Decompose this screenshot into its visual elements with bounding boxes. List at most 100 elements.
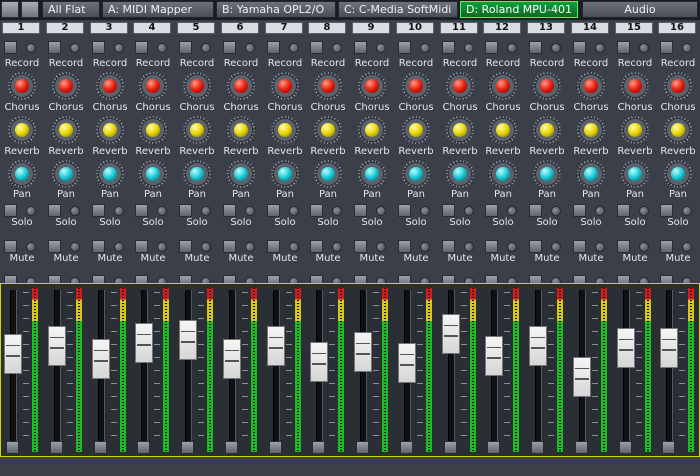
chorus-knob[interactable] bbox=[533, 72, 561, 100]
channel-bottom-button[interactable] bbox=[269, 441, 282, 454]
pan-knob[interactable] bbox=[52, 160, 80, 188]
mute-button[interactable] bbox=[617, 240, 630, 253]
reverb-knob[interactable] bbox=[227, 116, 255, 144]
reverb-knob[interactable] bbox=[358, 116, 386, 144]
channel-bottom-button[interactable] bbox=[356, 441, 369, 454]
pan-knob[interactable] bbox=[96, 160, 124, 188]
volume-fader-cap[interactable] bbox=[4, 334, 22, 374]
channel-select-button[interactable] bbox=[442, 41, 455, 54]
channel-select-button[interactable] bbox=[223, 41, 236, 54]
channel-bottom-button[interactable] bbox=[181, 441, 194, 454]
mute-button[interactable] bbox=[573, 240, 586, 253]
solo-button[interactable] bbox=[573, 204, 586, 217]
chorus-knob[interactable] bbox=[577, 72, 605, 100]
volume-fader-cap[interactable] bbox=[485, 336, 503, 376]
reverb-knob[interactable] bbox=[402, 116, 430, 144]
all-flat-button[interactable]: All Flat bbox=[42, 1, 100, 18]
volume-fader-cap[interactable] bbox=[92, 339, 110, 379]
pan-knob[interactable] bbox=[139, 160, 167, 188]
reverb-knob[interactable] bbox=[489, 116, 517, 144]
chorus-knob[interactable] bbox=[183, 72, 211, 100]
volume-fader-cap[interactable] bbox=[223, 339, 241, 379]
channel-bottom-button[interactable] bbox=[619, 441, 632, 454]
solo-button[interactable] bbox=[660, 204, 673, 217]
volume-fader-cap[interactable] bbox=[135, 323, 153, 363]
channel-select-button[interactable] bbox=[354, 41, 367, 54]
fader-track[interactable] bbox=[623, 290, 630, 450]
channel-select-button[interactable] bbox=[660, 41, 673, 54]
pan-knob[interactable] bbox=[183, 160, 211, 188]
solo-button[interactable] bbox=[48, 204, 61, 217]
solo-button[interactable] bbox=[267, 204, 280, 217]
pan-knob[interactable] bbox=[664, 160, 692, 188]
channel-bottom-button[interactable] bbox=[444, 441, 457, 454]
mute-button[interactable] bbox=[660, 240, 673, 253]
channel-bottom-button[interactable] bbox=[312, 441, 325, 454]
solo-button[interactable] bbox=[398, 204, 411, 217]
chorus-knob[interactable] bbox=[8, 72, 36, 100]
channel-select-button[interactable] bbox=[92, 41, 105, 54]
chorus-knob[interactable] bbox=[402, 72, 430, 100]
fader-track[interactable] bbox=[185, 290, 192, 450]
pan-knob[interactable] bbox=[8, 160, 36, 188]
chorus-knob[interactable] bbox=[139, 72, 167, 100]
pan-knob[interactable] bbox=[489, 160, 517, 188]
solo-button[interactable] bbox=[354, 204, 367, 217]
pan-knob[interactable] bbox=[271, 160, 299, 188]
solo-button[interactable] bbox=[442, 204, 455, 217]
chorus-knob[interactable] bbox=[227, 72, 255, 100]
chorus-knob[interactable] bbox=[446, 72, 474, 100]
volume-fader-cap[interactable] bbox=[310, 342, 328, 382]
pan-knob[interactable] bbox=[314, 160, 342, 188]
chorus-knob[interactable] bbox=[96, 72, 124, 100]
fader-track[interactable] bbox=[54, 290, 61, 450]
pan-knob[interactable] bbox=[577, 160, 605, 188]
fader-track[interactable] bbox=[666, 290, 673, 450]
pan-knob[interactable] bbox=[358, 160, 386, 188]
solo-button[interactable] bbox=[617, 204, 630, 217]
mute-button[interactable] bbox=[529, 240, 542, 253]
settings-icon[interactable] bbox=[1, 1, 19, 18]
mute-button[interactable] bbox=[267, 240, 280, 253]
chorus-knob[interactable] bbox=[271, 72, 299, 100]
mute-button[interactable] bbox=[310, 240, 323, 253]
pan-knob[interactable] bbox=[533, 160, 561, 188]
pan-knob[interactable] bbox=[621, 160, 649, 188]
reverb-knob[interactable] bbox=[183, 116, 211, 144]
reverb-knob[interactable] bbox=[52, 116, 80, 144]
volume-fader-cap[interactable] bbox=[617, 328, 635, 368]
channel-bottom-button[interactable] bbox=[575, 441, 588, 454]
pan-knob[interactable] bbox=[446, 160, 474, 188]
solo-button[interactable] bbox=[485, 204, 498, 217]
solo-button[interactable] bbox=[4, 204, 17, 217]
pan-knob[interactable] bbox=[227, 160, 255, 188]
channel-bottom-button[interactable] bbox=[137, 441, 150, 454]
channel-bottom-button[interactable] bbox=[6, 441, 19, 454]
arrows-icon[interactable] bbox=[21, 1, 39, 18]
reverb-knob[interactable] bbox=[664, 116, 692, 144]
reverb-knob[interactable] bbox=[139, 116, 167, 144]
mute-button[interactable] bbox=[223, 240, 236, 253]
channel-select-button[interactable] bbox=[4, 41, 17, 54]
chorus-knob[interactable] bbox=[489, 72, 517, 100]
mute-button[interactable] bbox=[179, 240, 192, 253]
channel-select-button[interactable] bbox=[179, 41, 192, 54]
channel-select-button[interactable] bbox=[529, 41, 542, 54]
channel-bottom-button[interactable] bbox=[531, 441, 544, 454]
volume-fader-cap[interactable] bbox=[529, 326, 547, 366]
chorus-knob[interactable] bbox=[52, 72, 80, 100]
roland-mpu401-button[interactable]: D: Roland MPU-401 bbox=[460, 1, 578, 18]
pan-knob[interactable] bbox=[402, 160, 430, 188]
volume-fader-cap[interactable] bbox=[398, 343, 416, 383]
fader-track[interactable] bbox=[535, 290, 542, 450]
channel-bottom-button[interactable] bbox=[662, 441, 675, 454]
chorus-knob[interactable] bbox=[358, 72, 386, 100]
solo-button[interactable] bbox=[179, 204, 192, 217]
reverb-knob[interactable] bbox=[96, 116, 124, 144]
reverb-knob[interactable] bbox=[577, 116, 605, 144]
channel-bottom-button[interactable] bbox=[94, 441, 107, 454]
volume-fader-cap[interactable] bbox=[267, 326, 285, 366]
channel-select-button[interactable] bbox=[48, 41, 61, 54]
channel-bottom-button[interactable] bbox=[400, 441, 413, 454]
mute-button[interactable] bbox=[398, 240, 411, 253]
